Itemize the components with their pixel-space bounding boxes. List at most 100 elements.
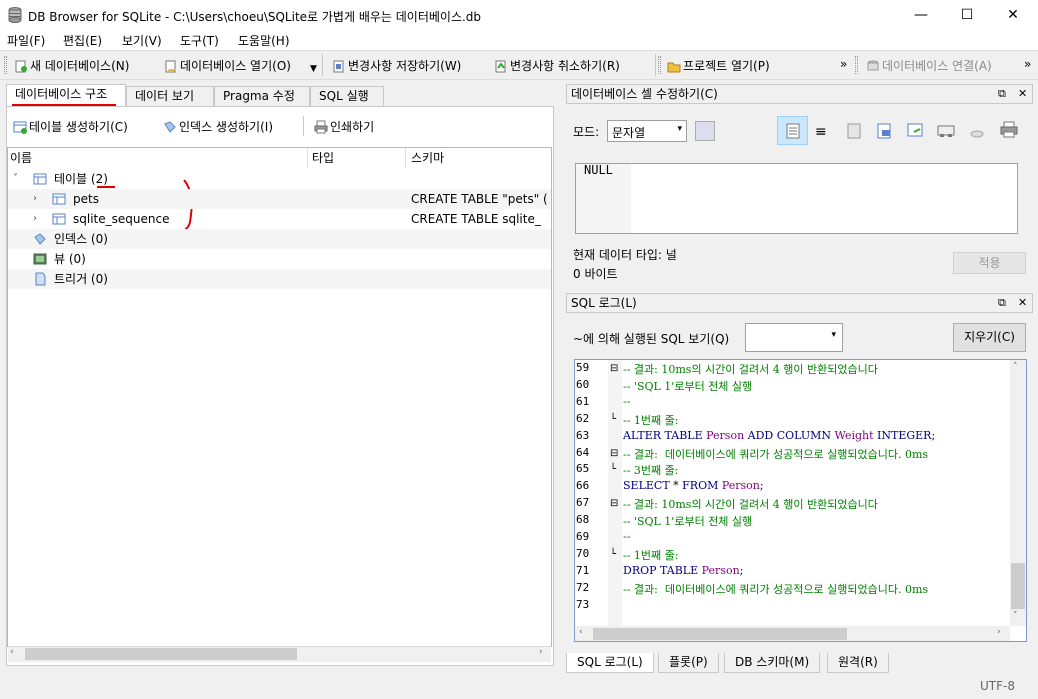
menu-file[interactable]: 파일(F) [7,32,45,49]
expander-icon[interactable]: › [33,189,37,209]
print-button[interactable]: 인쇄하기 [314,118,374,135]
scrollbar-thumb[interactable] [25,648,297,660]
write-changes-button[interactable]: 변경사항 저장하기(W) [332,57,461,74]
scroll-right-icon[interactable]: › [539,647,543,657]
line-number: 70 [576,547,590,560]
import-icon[interactable] [846,122,864,140]
scroll-left-icon[interactable]: ‹ [10,647,14,657]
menu-help[interactable]: 도움말(H) [238,32,290,49]
sql-log-line: -- 결과: 데이터베이스에 쿼리가 성공적으로 실행되었습니다. 0ms [623,583,929,596]
menu-edit[interactable]: 편집(E) [63,32,102,49]
create-table-icon [13,121,27,134]
toolbar-overflow-2[interactable]: » [1024,57,1031,71]
tree-row-sqlite-sequence[interactable]: › sqlite_sequence CREATE TABLE sqlite_ [8,209,551,229]
new-database-button[interactable]: 새 데이터베이스(N) [14,57,129,74]
line-number: 69 [576,530,590,543]
column-header-type[interactable]: 타입 [312,148,406,168]
toolbar-separator [655,54,656,76]
sql-log-line: -- [623,395,631,408]
tree-row-views[interactable]: 뷰 (0) [8,249,551,269]
column-header-name[interactable]: 이름 [10,148,308,168]
scroll-right-icon[interactable]: › [997,627,1001,637]
open-project-label: 프로젝트 열기(P) [683,59,770,73]
tree-row-triggers[interactable]: 트리거 (0) [8,269,551,289]
fold-marker-icon[interactable]: └ [610,465,616,475]
float-icon[interactable]: ⧉ [998,296,1006,310]
column-header-schema[interactable]: 스키마 [411,148,551,168]
sql-filter-label: ~에 의해 실행된 SQL 보기(Q) [573,332,730,346]
annotation-underline [97,186,115,188]
open-database-button[interactable]: 데이터베이스 열기(O) [164,57,291,74]
sql-log-title: SQL 로그(L) [571,296,637,310]
clear-log-button[interactable]: 지우기(C) [953,323,1026,352]
expander-icon[interactable]: › [33,209,37,229]
tree-row-tables[interactable]: ˅ 테이블 (2) [8,169,551,189]
float-icon[interactable]: ⧉ [998,87,1006,101]
fold-marker-icon[interactable]: ⊟ [610,449,618,459]
printer-icon[interactable] [1000,121,1018,139]
fold-margin[interactable] [608,360,622,626]
tree-row-indices[interactable]: 인덱스 (0) [8,229,551,249]
table-folder-icon [33,173,47,185]
fold-marker-icon[interactable]: ⊟ [610,499,618,509]
close-button[interactable]: ✕ [990,0,1036,30]
tree-row-pets[interactable]: › pets CREATE TABLE "pets" ( [8,189,551,209]
tab-db-schema[interactable]: DB 스키마(M) [724,653,821,673]
open-in-app-icon[interactable] [937,122,955,140]
tree-row-schema: CREATE TABLE "pets" ( [411,192,548,206]
minimize-button[interactable]: — [898,0,944,30]
create-table-label: 테이블 생성하기(C) [29,120,128,134]
tab-edit-pragmas[interactable]: Pragma 수정 [214,86,310,106]
open-database-dropdown-icon[interactable]: ▼ [310,64,317,74]
toolbar-grip[interactable] [4,56,7,74]
toolbar-separator [322,54,323,76]
attach-database-icon [867,60,879,71]
tab-execute-sql[interactable]: SQL 실행 [310,86,384,106]
mode-select[interactable]: 문자열 ▾ [607,120,687,142]
scroll-left-icon[interactable]: ‹ [579,627,583,637]
tab-remote[interactable]: 원격(R) [827,653,889,673]
sql-log-line: -- 1번째 줄: [623,549,679,562]
toolbar-overflow-1[interactable]: » [840,57,847,71]
maximize-button[interactable]: ☐ [944,0,990,30]
menu-view[interactable]: 보기(V) [122,32,162,49]
sql-filter-select[interactable]: ▾ [745,323,843,352]
sql-log-line: SELECT * FROM Person; [623,479,764,492]
fold-marker-icon[interactable]: └ [610,415,616,425]
word-wrap-button[interactable] [777,116,808,145]
table-icon [52,193,66,205]
scroll-up-icon[interactable]: ˄ [1013,362,1018,372]
scroll-down-icon[interactable]: ˅ [1013,611,1018,621]
auto-format-icon[interactable]: ≡ [815,124,827,140]
scrollbar-thumb[interactable] [1011,563,1025,609]
toolbar-grip[interactable] [855,56,858,74]
export-icon[interactable] [876,122,894,140]
expander-icon[interactable]: ˅ [13,169,18,189]
revert-changes-button[interactable]: 변경사항 취소하기(R) [494,57,620,74]
menu-tools[interactable]: 도구(T) [180,32,219,49]
fold-marker-icon[interactable]: ⊟ [610,364,618,374]
cell-value: NULL [584,163,613,177]
auto-switch-icon[interactable] [695,121,715,141]
clear-icon[interactable] [968,122,986,140]
mode-value: 문자열 [612,126,646,140]
tree-row-label: 뷰 (0) [54,252,86,266]
scrollbar-thumb[interactable] [593,628,847,640]
create-table-button[interactable]: 테이블 생성하기(C) [13,118,128,135]
apply-button[interactable]: 적용 [953,252,1026,274]
tab-browse-data[interactable]: 데이터 보기 [126,86,214,106]
write-changes-label: 변경사항 저장하기(W) [348,59,462,73]
close-icon[interactable]: ✕ [1018,87,1027,100]
set-null-icon[interactable] [906,122,924,140]
attach-database-button[interactable]: 데이터베이스 연결(A) [866,57,992,74]
create-index-button[interactable]: 인덱스 생성하기(I) [163,118,273,135]
open-project-button[interactable]: 프로젝트 열기(P) [667,57,770,74]
cell-editor-title-bar: 데이터베이스 셀 수정하기(C) [566,84,1033,104]
fold-marker-icon[interactable]: └ [610,550,616,560]
tab-sql-log[interactable]: SQL 로그(L) [566,653,654,673]
cell-value-editor[interactable] [575,163,1018,234]
tab-plot[interactable]: 플롯(P) [658,653,719,673]
close-icon[interactable]: ✕ [1018,296,1027,309]
toolbar-grip[interactable] [658,56,661,74]
line-number: 62 [576,412,590,425]
